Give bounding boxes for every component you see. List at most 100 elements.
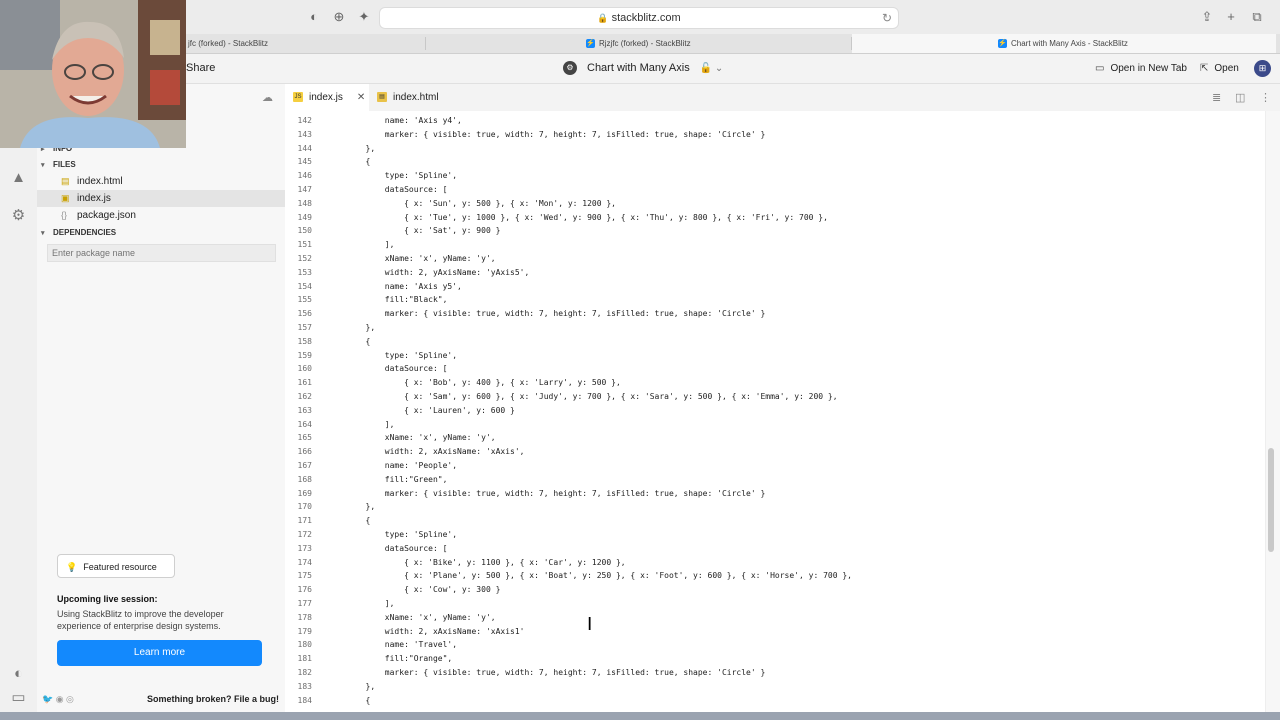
code-text[interactable]: { x: 'Sam', y: 600 }, { x: 'Judy', y: 70… bbox=[327, 390, 837, 404]
project-title[interactable]: ⚙ Chart with Many Axis 🔓 ⌄ bbox=[563, 54, 723, 83]
code-text[interactable]: fill:"Black", bbox=[327, 293, 448, 307]
theme-toggle-icon[interactable]: ◐ bbox=[9, 664, 28, 683]
code-line[interactable]: 156 marker: { visible: true, width: 7, h… bbox=[285, 307, 1265, 321]
file-item-package-json[interactable]: {} package.json bbox=[37, 207, 285, 224]
code-text[interactable]: { bbox=[327, 694, 371, 708]
code-line[interactable]: 155 fill:"Black", bbox=[285, 293, 1265, 307]
code-line[interactable]: 168 fill:"Green", bbox=[285, 473, 1265, 487]
code-text[interactable]: { x: 'Bike', y: 1100 }, { x: 'Car', y: 1… bbox=[327, 556, 626, 570]
code-text[interactable]: { x: 'Cow', y: 300 } bbox=[327, 583, 500, 597]
code-text[interactable]: type: 'Spline', bbox=[327, 169, 457, 183]
code-text[interactable]: { x: 'Bob', y: 400 }, { x: 'Larry', y: 5… bbox=[327, 376, 621, 390]
code-text[interactable]: { bbox=[327, 514, 371, 528]
code-line[interactable]: 142 name: 'Axis y4', bbox=[285, 114, 1265, 128]
code-line[interactable]: 178 xName: 'x', yName: 'y', bbox=[285, 611, 1265, 625]
code-text[interactable]: { x: 'Tue', y: 1000 }, { x: 'Wed', y: 90… bbox=[327, 211, 828, 225]
code-line[interactable]: 161 { x: 'Bob', y: 400 }, { x: 'Larry', … bbox=[285, 376, 1265, 390]
code-editor[interactable]: 142 name: 'Axis y4', 143 marker: { visibl… bbox=[285, 111, 1265, 720]
code-text[interactable]: { x: 'Lauren', y: 600 } bbox=[327, 404, 515, 418]
code-text[interactable]: marker: { visible: true, width: 7, heigh… bbox=[327, 307, 766, 321]
code-text[interactable]: marker: { visible: true, width: 7, heigh… bbox=[327, 487, 766, 501]
code-line[interactable]: 175 { x: 'Plane', y: 500 }, { x: 'Boat',… bbox=[285, 569, 1265, 583]
code-line[interactable]: 151 ], bbox=[285, 238, 1265, 252]
browser-tab-1[interactable]: jfc (forked) - StackBlitz bbox=[188, 34, 268, 53]
reload-icon[interactable]: ↻ bbox=[882, 8, 892, 28]
shield-icon[interactable]: ◐ bbox=[306, 9, 322, 25]
browser-tab-3[interactable]: ⚡ Chart with Many Axis - StackBlitz bbox=[852, 34, 1276, 53]
code-text[interactable]: xName: 'x', yName: 'y', bbox=[327, 611, 496, 625]
code-text[interactable]: fill:"Orange", bbox=[327, 652, 452, 666]
code-text[interactable]: type: 'Spline', bbox=[327, 349, 457, 363]
address-bar[interactable]: 🔒 stackblitz.com ↻ bbox=[379, 7, 899, 29]
code-text[interactable]: }, bbox=[327, 500, 376, 514]
code-line[interactable]: 180 name: 'Travel', bbox=[285, 638, 1265, 652]
code-text[interactable]: ], bbox=[327, 418, 395, 432]
dependencies-section-header[interactable]: ▾ DEPENDENCIES bbox=[37, 224, 285, 241]
code-line[interactable]: 148 { x: 'Sun', y: 500 }, { x: 'Mon', y:… bbox=[285, 197, 1265, 211]
code-line[interactable]: 182 marker: { visible: true, width: 7, h… bbox=[285, 666, 1265, 680]
code-line[interactable]: 144 }, bbox=[285, 142, 1265, 156]
code-text[interactable]: ], bbox=[327, 597, 395, 611]
code-line[interactable]: 179 width: 2, xAxisName: 'xAxis1' bbox=[285, 625, 1265, 639]
code-line[interactable]: 176 { x: 'Cow', y: 300 } bbox=[285, 583, 1265, 597]
code-text[interactable]: xName: 'x', yName: 'y', bbox=[327, 252, 496, 266]
code-text[interactable]: }, bbox=[327, 680, 376, 694]
code-text[interactable]: type: 'Spline', bbox=[327, 528, 457, 542]
code-text[interactable]: dataSource: [ bbox=[327, 542, 448, 556]
code-text[interactable]: width: 2, yAxisName: 'yAxis5', bbox=[327, 266, 530, 280]
open-new-tab-button[interactable]: ▭ Open in New Tab bbox=[1095, 54, 1187, 83]
editor-tab-index-html[interactable]: ▤ index.html bbox=[377, 84, 439, 111]
code-text[interactable]: marker: { visible: true, width: 7, heigh… bbox=[327, 128, 766, 142]
share-sheet-icon[interactable]: ⇪ bbox=[1199, 9, 1215, 25]
open-button[interactable]: ⇱ Open bbox=[1200, 54, 1239, 83]
code-text[interactable]: }, bbox=[327, 142, 376, 156]
browser-tab-2[interactable]: ⚡ Rjzjfc (forked) - StackBlitz bbox=[586, 34, 691, 53]
code-text[interactable]: marker: { visible: true, width: 7, heigh… bbox=[327, 666, 766, 680]
code-text[interactable]: ], bbox=[327, 238, 395, 252]
split-view-icon[interactable]: ◫ bbox=[1235, 91, 1245, 104]
code-line[interactable]: 152 xName: 'x', yName: 'y', bbox=[285, 252, 1265, 266]
cloud-sync-icon[interactable]: ☁ bbox=[262, 91, 273, 104]
code-line[interactable]: 184 { bbox=[285, 694, 1265, 708]
code-text[interactable]: width: 2, xAxisName: 'xAxis1' bbox=[327, 625, 525, 639]
files-section-header[interactable]: ▾ FILES bbox=[37, 156, 285, 173]
code-line[interactable]: 172 type: 'Spline', bbox=[285, 528, 1265, 542]
code-line[interactable]: 146 type: 'Spline', bbox=[285, 169, 1265, 183]
code-line[interactable]: 162 { x: 'Sam', y: 600 }, { x: 'Judy', y… bbox=[285, 390, 1265, 404]
editor-tab-index-js[interactable]: JS index.js ✕ bbox=[285, 84, 369, 111]
settings-icon[interactable]: ⚙ bbox=[9, 206, 28, 225]
code-text[interactable]: { bbox=[327, 155, 371, 169]
code-line[interactable]: 159 type: 'Spline', bbox=[285, 349, 1265, 363]
code-line[interactable]: 177 ], bbox=[285, 597, 1265, 611]
code-line[interactable]: 173 dataSource: [ bbox=[285, 542, 1265, 556]
code-line[interactable]: 183 }, bbox=[285, 680, 1265, 694]
code-line[interactable]: 181 fill:"Orange", bbox=[285, 652, 1265, 666]
code-text[interactable]: fill:"Green", bbox=[327, 473, 448, 487]
code-line[interactable]: 164 ], bbox=[285, 418, 1265, 432]
code-text[interactable]: name: 'Axis y4', bbox=[327, 114, 462, 128]
code-line[interactable]: 150 { x: 'Sat', y: 900 } bbox=[285, 224, 1265, 238]
editor-scrollbar[interactable] bbox=[1265, 111, 1280, 720]
code-text[interactable]: { bbox=[327, 335, 371, 349]
code-line[interactable]: 171 { bbox=[285, 514, 1265, 528]
file-bug-link[interactable]: Something broken? File a bug! bbox=[147, 694, 279, 704]
new-tab-icon[interactable]: + bbox=[1223, 9, 1239, 25]
firebase-icon[interactable]: ▲ bbox=[9, 168, 28, 187]
share-button[interactable]: Share bbox=[186, 54, 215, 83]
code-text[interactable]: { x: 'Sat', y: 900 } bbox=[327, 224, 500, 238]
code-line[interactable]: 153 width: 2, yAxisName: 'yAxis5', bbox=[285, 266, 1265, 280]
code-text[interactable]: name: 'People', bbox=[327, 459, 457, 473]
code-text[interactable]: xName: 'x', yName: 'y', bbox=[327, 431, 496, 445]
close-icon[interactable]: ✕ bbox=[357, 92, 365, 103]
extension-icon[interactable]: ✦ bbox=[356, 9, 372, 25]
globe-icon[interactable]: ⊕ bbox=[331, 9, 347, 25]
code-line[interactable]: 145 { bbox=[285, 155, 1265, 169]
code-line[interactable]: 169 marker: { visible: true, width: 7, h… bbox=[285, 487, 1265, 501]
more-icon[interactable]: ⋮ bbox=[1260, 91, 1271, 104]
code-text[interactable]: width: 2, xAxisName: 'xAxis', bbox=[327, 445, 525, 459]
avatar[interactable]: ⊞ bbox=[1254, 60, 1271, 77]
code-line[interactable]: 157 }, bbox=[285, 321, 1265, 335]
code-line[interactable]: 167 name: 'People', bbox=[285, 459, 1265, 473]
code-text[interactable]: dataSource: [ bbox=[327, 362, 448, 376]
package-name-input[interactable] bbox=[47, 244, 276, 262]
